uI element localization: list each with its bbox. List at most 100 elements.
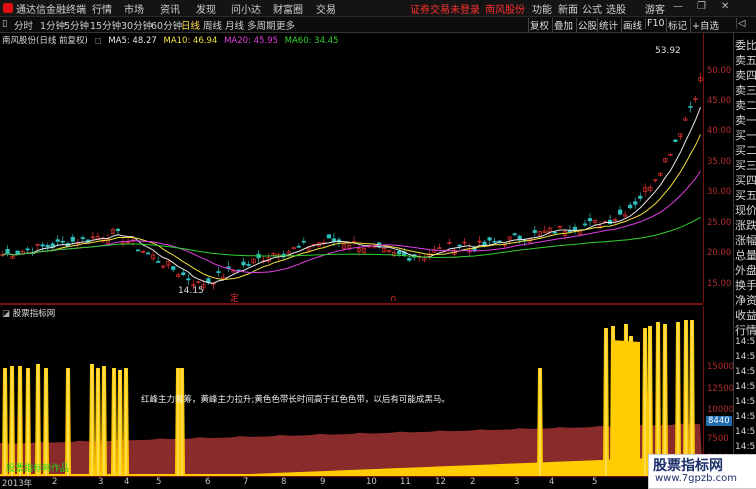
menu-shichang[interactable]: 市场: [124, 1, 144, 16]
price-tick: 45.00: [707, 96, 732, 106]
candle-body: [633, 201, 638, 205]
candle-body: [572, 226, 578, 231]
ma5-line: [2, 107, 701, 284]
stock-name-label: 南风股份: [485, 5, 525, 16]
menu-xuangu[interactable]: 选股: [606, 1, 626, 16]
login-alert[interactable]: 证券交易未登录: [410, 1, 480, 16]
candle-body: [45, 245, 50, 248]
tab-monthly[interactable]: 月线: [225, 18, 244, 32]
date-tick: 12: [435, 477, 446, 487]
indicator-tick: 12500: [707, 384, 735, 394]
quote-panel-item: 现价: [735, 204, 756, 217]
menu-zixun[interactable]: 资讯: [160, 1, 180, 16]
tab-daily[interactable]: 日线: [181, 18, 200, 32]
ma20-line: [2, 170, 701, 274]
candle-body: [582, 223, 588, 226]
collapse-button[interactable]: ◁: [736, 18, 746, 29]
menu-caifuquan[interactable]: 财富圈: [273, 1, 303, 16]
tab-more[interactable]: 更多: [276, 18, 295, 32]
candle-body: [492, 240, 497, 243]
tab-weekly[interactable]: 周线: [203, 18, 222, 32]
date-tick: 6: [205, 477, 211, 487]
close-icon[interactable]: ✕: [721, 1, 729, 12]
quote-panel-item: 14:5: [735, 382, 756, 392]
menu-gongneng[interactable]: 功能: [532, 1, 552, 16]
menu-faxian[interactable]: 发现: [196, 1, 216, 16]
fuquan-button[interactable]: 复权: [528, 18, 550, 32]
date-axis: 2013年2345678910111223456: [0, 476, 703, 489]
menu-hangqing[interactable]: 行情: [92, 1, 112, 16]
indicator-tick: 7500: [707, 434, 729, 444]
quote-panel-item: 换手: [735, 279, 756, 292]
menu-jiaoyi[interactable]: 交易: [316, 1, 336, 16]
toolbar-toggle-icon[interactable]: ▯: [2, 18, 7, 29]
quote-panel-item: 净资: [735, 294, 756, 307]
menu-wenxiaoda[interactable]: 问小达: [231, 1, 261, 16]
tab-multi-period[interactable]: 多周期: [247, 18, 276, 32]
quote-panel-item: 卖四: [735, 69, 756, 82]
date-tick: 2: [52, 477, 58, 487]
candle-body: [638, 195, 643, 199]
tab-60min[interactable]: 60分钟: [151, 18, 182, 32]
candle-body: [15, 250, 20, 255]
date-tick: 5: [156, 477, 162, 487]
menu-xinmian[interactable]: 新面: [558, 1, 578, 16]
yellow-block: [610, 340, 640, 476]
date-tick: 11: [400, 477, 411, 487]
period-toolbar: ▯ 分时 1分钟 5分钟 15分钟 30分钟 60分钟 日线 周线 月线 多周期…: [0, 17, 756, 33]
candle-body: [407, 258, 412, 261]
indicator-current-value: 8440: [706, 416, 732, 426]
date-tick: 9: [320, 477, 326, 487]
tab-1min[interactable]: 1分钟: [40, 18, 65, 32]
tab-fenshi[interactable]: 分时: [14, 18, 33, 32]
quote-panel-item: 买一: [735, 129, 756, 142]
price-tick: 40.00: [707, 126, 732, 136]
tab-5min[interactable]: 5分钟: [64, 18, 89, 32]
price-tick: 20.00: [707, 248, 732, 258]
add-watchlist-button[interactable]: +自选: [690, 18, 720, 32]
event-marker: 定: [230, 292, 239, 303]
price-tick: 50.00: [707, 66, 732, 76]
candle-body: [552, 231, 557, 234]
date-tick: 4: [549, 477, 555, 487]
candle-body: [587, 218, 593, 222]
tongji-button[interactable]: 统计: [597, 18, 619, 32]
price-tick: 30.00: [707, 187, 732, 197]
tab-15min[interactable]: 15分钟: [90, 18, 121, 32]
candle-body: [618, 209, 623, 215]
menu-gongshi[interactable]: 公式: [582, 1, 602, 16]
biaoji-button[interactable]: 标记: [666, 18, 688, 32]
tab-30min[interactable]: 30分钟: [121, 18, 152, 32]
price-tick: 25.00: [707, 218, 732, 228]
huaxian-button[interactable]: 画线: [621, 18, 643, 32]
quote-panel-item: 卖三: [735, 84, 756, 97]
quote-panel-item: 委比: [735, 39, 756, 52]
quote-panel-item: 14:5: [735, 412, 756, 422]
user-label[interactable]: 游客: [645, 1, 665, 16]
candle-body: [25, 248, 30, 251]
indicator-chart[interactable]: [0, 306, 703, 476]
candle-body: [301, 240, 306, 243]
restore-icon[interactable]: ❐: [697, 1, 706, 12]
menu-bar: 通达信金融终端 行情 市场 资讯 发现 问小达 财富圈 交易 证券交易未登录 南…: [0, 0, 756, 17]
watermark: 股票指标网 www.7gpzb.com: [648, 454, 756, 489]
diejia-button[interactable]: 叠加: [552, 18, 574, 32]
price-tick: 15.00: [707, 279, 732, 289]
kline-chart[interactable]: 53.92 14.15 定 ∩: [0, 33, 703, 303]
date-tick: 5: [592, 477, 598, 487]
candle-body: [628, 204, 633, 209]
minimize-icon[interactable]: —: [673, 1, 683, 12]
date-tick: 7: [243, 477, 249, 487]
candle-body: [60, 240, 65, 243]
gonggu-button[interactable]: 公股: [576, 18, 598, 32]
indicator-tick: 10000: [707, 405, 735, 415]
candle-body: [246, 264, 251, 266]
low-price-label: 14.15: [178, 286, 204, 296]
quote-panel[interactable]: 委比 卖五 卖四 卖三 卖二 卖一 买一 买二 买三 买四 买五 现价 涨跌 涨幅 总量 外盘 换手 净资 收益 行情…: [733, 33, 756, 487]
f10-button[interactable]: F10: [645, 18, 666, 29]
quote-panel-item: 14:5: [735, 367, 756, 377]
candle-body: [216, 271, 221, 273]
date-tick: 3: [514, 477, 520, 487]
pane-divider[interactable]: [0, 303, 703, 305]
candle-body: [688, 106, 693, 108]
